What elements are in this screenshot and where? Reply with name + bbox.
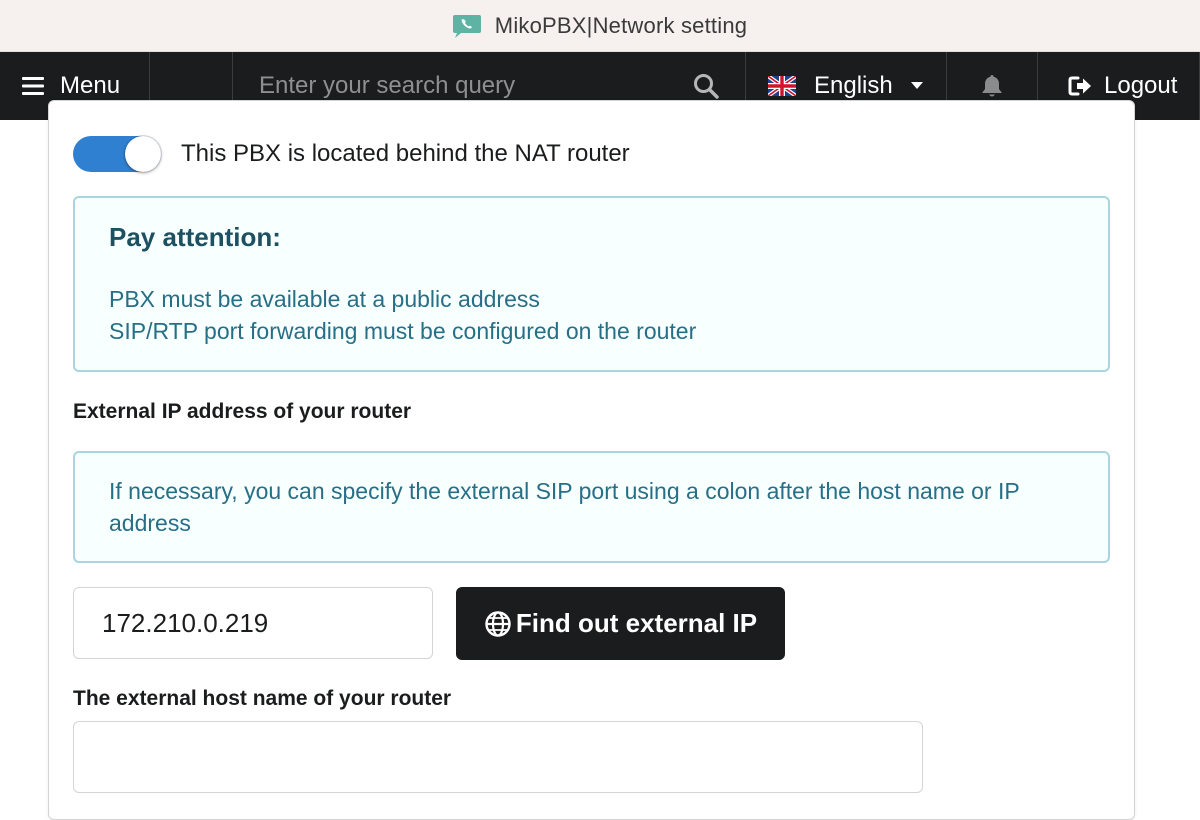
search-icon[interactable] — [693, 73, 719, 99]
window-titlebar: MikoPBX|Network setting — [0, 0, 1200, 52]
menu-label: Menu — [60, 72, 121, 99]
nat-toggle-label[interactable]: This PBX is located behind the NAT route… — [181, 140, 630, 168]
attention-line-port-forwarding: SIP/RTP port forwarding must be configur… — [109, 318, 697, 344]
attention-message: Pay attention: PBX must be available at … — [73, 196, 1110, 372]
external-ip-label: External IP address of your router — [73, 400, 412, 423]
attention-line-public-address: PBX must be available at a public addres… — [109, 286, 540, 312]
toggle-knob — [125, 136, 161, 172]
sign-out-icon — [1068, 75, 1094, 97]
window-title: MikoPBX|Network setting — [494, 12, 748, 38]
external-ip-hint-text: If necessary, you can specify the extern… — [109, 478, 1020, 536]
bell-icon — [981, 74, 1003, 98]
uk-flag-icon — [768, 76, 796, 96]
phone-chat-icon — [451, 13, 483, 39]
nat-toggle[interactable] — [73, 136, 161, 172]
language-label: English — [814, 72, 893, 99]
external-ip-input[interactable] — [73, 587, 433, 659]
caret-down-icon — [910, 82, 923, 90]
hamburger-icon — [22, 76, 44, 96]
external-host-input[interactable] — [73, 721, 923, 793]
nat-toggle-row: This PBX is located behind the NAT route… — [73, 136, 630, 172]
logout-label: Logout — [1104, 72, 1178, 99]
window-title-group: MikoPBX|Network setting — [451, 13, 747, 39]
globe-icon — [484, 610, 512, 638]
external-ip-hint: If necessary, you can specify the extern… — [73, 451, 1110, 563]
search-input[interactable] — [259, 72, 659, 100]
find-external-ip-button[interactable]: Find out external IP — [456, 587, 785, 660]
find-external-ip-label: Find out external IP — [515, 608, 758, 638]
external-host-label: The external host name of your router — [73, 687, 452, 710]
attention-header: Pay attention: — [109, 222, 281, 252]
